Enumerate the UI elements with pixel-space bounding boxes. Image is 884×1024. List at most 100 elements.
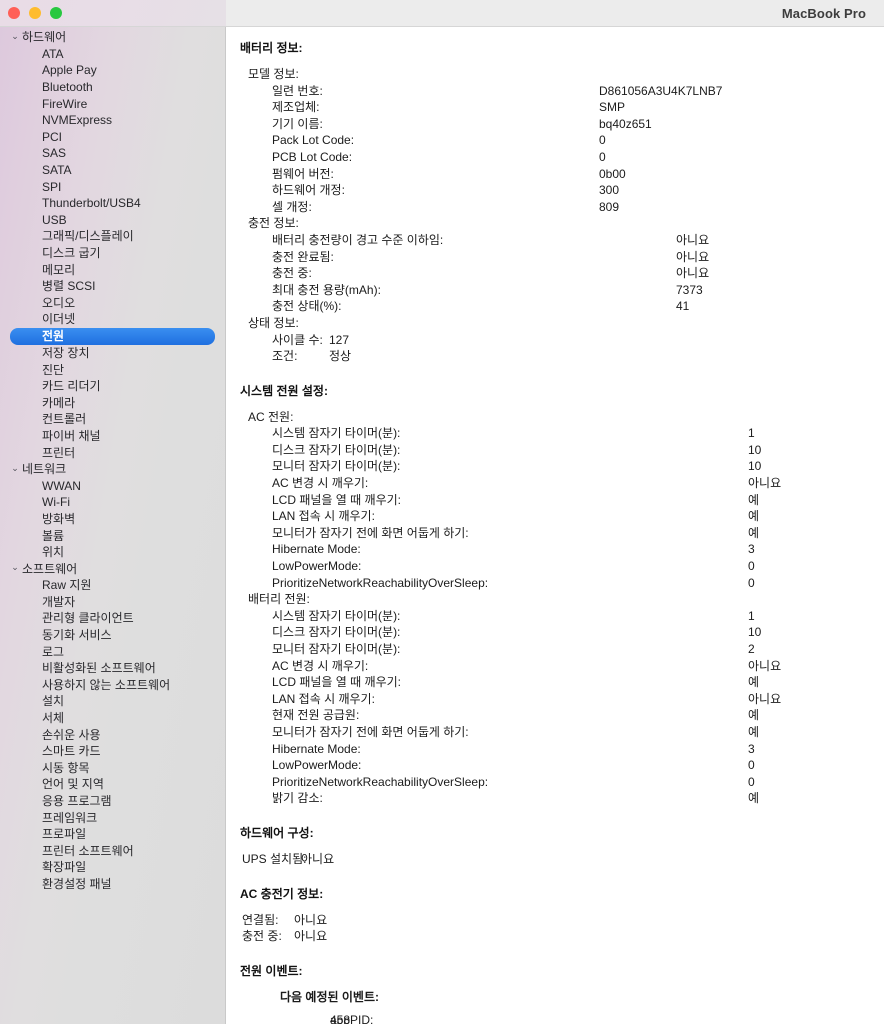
sidebar-item-50[interactable]: 확장파일	[0, 859, 225, 876]
subheading-health-info: 상태 정보:	[248, 315, 299, 330]
title-bar: MacBook Pro	[0, 0, 884, 27]
sidebar-item-label: 오디오	[42, 295, 76, 310]
sidebar-item-26[interactable]: ⌄ 네트워크	[0, 461, 225, 478]
sidebar-item-9[interactable]: SPI	[0, 178, 225, 195]
sidebar-item-37[interactable]: 로그	[0, 643, 225, 660]
sidebar-item-1[interactable]: ATA	[0, 46, 225, 63]
sidebar-item-22[interactable]: 카메라	[0, 394, 225, 411]
sidebar-item-label: Raw 지원	[42, 578, 92, 593]
sidebar-item-label: 동기화 서비스	[42, 628, 112, 643]
sidebar-item-44[interactable]: 시동 항목	[0, 760, 225, 777]
health-info-key: 조건:	[272, 349, 298, 364]
sidebar-item-19[interactable]: 저장 장치	[0, 345, 225, 362]
sidebar-item-48[interactable]: 프로파일	[0, 826, 225, 843]
sidebar-item-label: 응용 프로그램	[42, 794, 112, 809]
window-body: ⌄ 하드웨어 ATA Apple Pay Bluetooth FireWire NVMExp…	[0, 27, 884, 1024]
sidebar-item-13[interactable]: 디스크 굽기	[0, 245, 225, 262]
sidebar-item-51[interactable]: 환경설정 패널	[0, 876, 225, 893]
sidebar-item-12[interactable]: 그래픽/디스플레이	[0, 228, 225, 245]
sidebar-item-23[interactable]: 컨트롤러	[0, 411, 225, 428]
close-button[interactable]	[8, 7, 20, 19]
sidebar-item-17[interactable]: 이더넷	[0, 311, 225, 328]
model-info-value: bq40z651	[599, 116, 652, 131]
sidebar-item-3[interactable]: Bluetooth	[0, 79, 225, 96]
section-heading-power-events: 전원 이벤트:	[240, 963, 303, 978]
sidebar-item-18[interactable]: 전원	[10, 327, 215, 345]
sidebar-item-32[interactable]: ⌄ 소프트웨어	[0, 560, 225, 577]
battery-power-key: 모니터 잠자기 타이머(분):	[272, 642, 401, 656]
sidebar-item-label: 위치	[42, 545, 65, 560]
chevron-down-icon[interactable]: ⌄	[8, 563, 22, 572]
sidebar-item-46[interactable]: 응용 프로그램	[0, 793, 225, 810]
sidebar-item-28[interactable]: Wi-Fi	[0, 494, 225, 511]
minimize-button[interactable]	[29, 7, 41, 19]
sidebar-item-24[interactable]: 파이버 채널	[0, 428, 225, 445]
sidebar-item-21[interactable]: 카드 리더기	[0, 378, 225, 395]
sidebar-item-16[interactable]: 오디오	[0, 295, 225, 312]
sidebar-item-0[interactable]: ⌄ 하드웨어	[0, 29, 225, 46]
sidebar-item-27[interactable]: WWAN	[0, 477, 225, 494]
sidebar-item-5[interactable]: NVMExpress	[0, 112, 225, 129]
sidebar-item-38[interactable]: 비활성화된 소프트웨어	[0, 660, 225, 677]
ac-charger-value: 아니요	[294, 929, 328, 944]
sidebar-item-label: 디스크 굽기	[42, 246, 101, 261]
ac-power-value: 10	[748, 442, 762, 457]
sidebar-item-43[interactable]: 스마트 카드	[0, 743, 225, 760]
sidebar-item-29[interactable]: 방화벽	[0, 511, 225, 528]
charge-info-row: 충전 상태(%): 41	[226, 298, 884, 315]
sidebar-item-11[interactable]: USB	[0, 212, 225, 229]
battery-power-key: 시스템 잠자기 타이머(분):	[272, 608, 401, 623]
sidebar-item-40[interactable]: 설치	[0, 693, 225, 710]
chevron-down-icon[interactable]: ⌄	[8, 463, 22, 473]
sidebar-item-49[interactable]: 프린터 소프트웨어	[0, 843, 225, 860]
sidebar-item-41[interactable]: 서체	[0, 710, 225, 727]
subheading-battery-power: 배터리 전원:	[248, 592, 310, 607]
sidebar-item-33[interactable]: Raw 지원	[0, 577, 225, 594]
model-info-value: 0	[599, 149, 606, 164]
sidebar-item-6[interactable]: PCI	[0, 129, 225, 146]
sidebar-item-8[interactable]: SATA	[0, 162, 225, 179]
ac-power-row: LAN 접속 시 깨우기: 예	[226, 508, 884, 525]
sidebar-item-10[interactable]: Thunderbolt/USB4	[0, 195, 225, 212]
sidebar-item-label: 확장파일	[42, 860, 87, 875]
sidebar-item-25[interactable]: 프린터	[0, 444, 225, 461]
ac-power-row: 시스템 잠자기 타이머(분): 1	[226, 425, 884, 442]
model-info-key: 펌웨어 버전:	[272, 166, 334, 181]
model-info-row: 기기 이름: bq40z651	[226, 116, 884, 133]
sidebar-item-15[interactable]: 병렬 SCSI	[0, 278, 225, 295]
sidebar-item-30[interactable]: 볼륨	[0, 527, 225, 544]
charge-info-row: 충전 중: 아니요	[226, 265, 884, 282]
sidebar-item-7[interactable]: SAS	[0, 145, 225, 162]
ac-power-row: 모니터가 잠자기 전에 화면 어둡게 하기: 예	[226, 525, 884, 542]
sidebar-item-label: 관리형 클라이언트	[42, 611, 134, 626]
sidebar-item-20[interactable]: 진단	[0, 361, 225, 378]
ac-power-key: LowPowerMode:	[272, 559, 362, 574]
content-pane[interactable]: 배터리 정보: 모델 정보: 일련 번호: D861056A3U4K7LNB7 제조…	[226, 27, 884, 1024]
sidebar-item-47[interactable]: 프레임워크	[0, 809, 225, 826]
sidebar-item-36[interactable]: 동기화 서비스	[0, 627, 225, 644]
sidebar-item-35[interactable]: 관리형 클라이언트	[0, 610, 225, 627]
battery-power-row: 모니터가 잠자기 전에 화면 어둡게 하기: 예	[226, 724, 884, 741]
ac-power-row: LowPowerMode: 0	[226, 558, 884, 575]
sidebar-item-label: 서체	[42, 711, 65, 726]
sidebar-item-31[interactable]: 위치	[0, 544, 225, 561]
sidebar-item-label: 파이버 채널	[42, 428, 101, 443]
battery-power-value: 0	[748, 758, 755, 773]
sidebar[interactable]: ⌄ 하드웨어 ATA Apple Pay Bluetooth FireWire NVMExp…	[0, 27, 226, 1024]
battery-power-row: Hibernate Mode: 3	[226, 741, 884, 758]
sidebar-item-42[interactable]: 손쉬운 사용	[0, 726, 225, 743]
sidebar-item-39[interactable]: 사용하지 않는 소프트웨어	[0, 677, 225, 694]
sidebar-item-14[interactable]: 메모리	[0, 261, 225, 278]
battery-power-key: LAN 접속 시 깨우기:	[272, 691, 375, 706]
sidebar-item-34[interactable]: 개발자	[0, 594, 225, 611]
chevron-down-icon[interactable]: ⌄	[8, 31, 22, 41]
sidebar-item-label: 병렬 SCSI	[42, 279, 96, 294]
sidebar-item-2[interactable]: Apple Pay	[0, 62, 225, 79]
sidebar-item-label: 사용하지 않는 소프트웨어	[42, 677, 171, 692]
ac-power-key: PrioritizeNetworkReachabilityOverSleep:	[272, 575, 489, 590]
ac-power-key: 모니터가 잠자기 전에 화면 어둡게 하기:	[272, 525, 469, 540]
sidebar-item-45[interactable]: 언어 및 지역	[0, 776, 225, 793]
sidebar-item-4[interactable]: FireWire	[0, 95, 225, 112]
battery-power-value: 0	[748, 774, 755, 789]
maximize-button[interactable]	[50, 7, 62, 19]
